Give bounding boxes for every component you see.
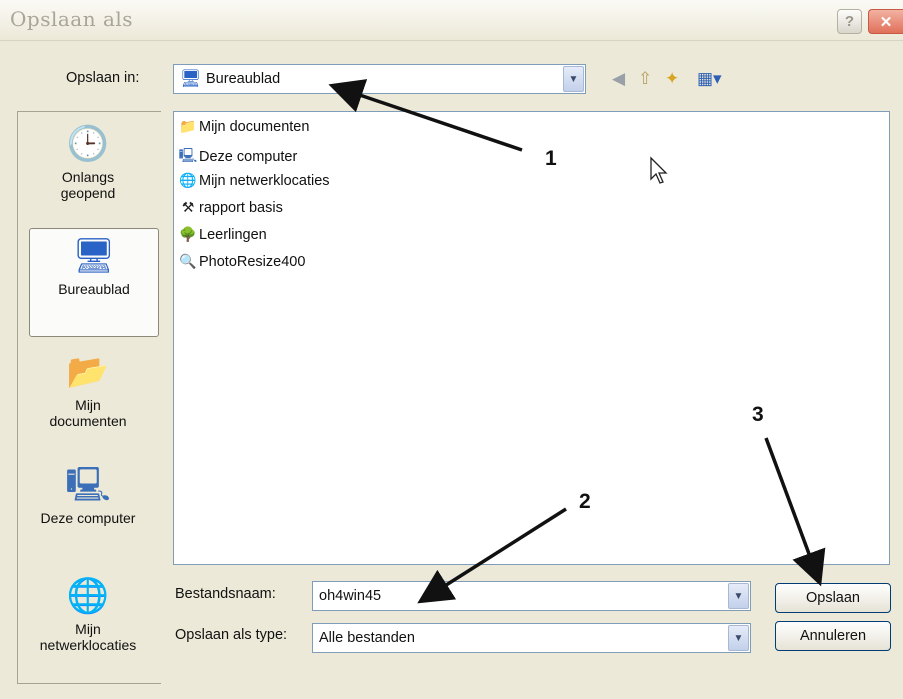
desktop-icon: 🖥 — [72, 237, 116, 275]
place-label: Onlangs — [61, 169, 115, 185]
save-in-dropdown[interactable]: 🖥 Bureaublad ▼ — [173, 64, 586, 94]
list-item[interactable]: 🖳 Deze computer — [178, 145, 298, 169]
list-item[interactable]: 🔍 PhotoResize400 — [178, 253, 305, 270]
place-label: documenten — [49, 413, 127, 429]
annotation-2: 2 — [579, 490, 591, 513]
list-item[interactable]: ⚒ rapport basis — [178, 199, 283, 216]
annotation-1: 1 — [545, 147, 557, 170]
place-label: geopend — [60, 185, 116, 201]
file-name: rapport basis — [199, 199, 283, 216]
place-label: Deze computer — [40, 510, 136, 526]
tree-shortcut-icon: 🌳 — [179, 226, 197, 242]
place-label: Mijn — [75, 621, 101, 637]
list-item[interactable]: 📁 Mijn documenten — [178, 118, 309, 135]
network-icon: 🌐 — [66, 577, 110, 615]
filetype-value: Alle bestanden — [319, 630, 415, 646]
save-in-value: Bureaublad — [206, 71, 281, 87]
file-name: Mijn documenten — [199, 118, 310, 135]
recent-clock-icon: 🕒 — [66, 125, 110, 163]
save-as-dialog: Opslaan als ? ✕ Opslaan in: 🖥 Bureaublad… — [0, 0, 903, 699]
list-item[interactable]: 🌐 Mijn netwerklocaties — [178, 172, 330, 189]
computer-icon: 🖳 — [65, 466, 111, 504]
computer-icon: 🖳 — [178, 147, 198, 163]
chevron-down-icon[interactable]: ▼ — [728, 625, 749, 651]
file-name: Leerlingen — [199, 226, 267, 243]
filename-input[interactable]: oh4win45 ▼ — [312, 581, 751, 611]
chevron-down-icon[interactable]: ▼ — [728, 583, 749, 609]
place-desktop[interactable]: 🖥 Bureaublad — [29, 228, 159, 337]
chevron-down-icon[interactable]: ▼ — [563, 66, 584, 92]
place-label: netwerklocaties — [39, 637, 137, 653]
new-folder-icon[interactable]: ✦ — [665, 69, 679, 89]
file-list[interactable]: 📁 Mijn documenten 🖳 Deze computer 🌐 Mijn… — [173, 111, 890, 565]
file-name: Mijn netwerklocaties — [199, 172, 330, 189]
back-icon[interactable]: ◀ — [612, 69, 625, 89]
place-network[interactable]: 🌐 Mijn netwerklocaties — [17, 577, 159, 653]
mouse-cursor-icon — [650, 156, 668, 184]
list-item[interactable]: 🌳 Leerlingen — [178, 226, 267, 243]
save-button[interactable]: Opslaan — [775, 583, 891, 613]
shortcut-icon: ⚒ — [181, 199, 195, 215]
title-bar: Opslaan als ? ✕ — [0, 0, 903, 41]
save-in-label: Opslaan in: — [66, 70, 140, 86]
filename-value: oh4win45 — [319, 588, 382, 604]
place-recent[interactable]: 🕒 Onlangs geopend — [17, 125, 159, 201]
up-folder-icon[interactable]: ⇧ — [638, 69, 652, 89]
photo-app-icon: 🔍 — [179, 253, 197, 269]
place-this-computer[interactable]: 🖳 Deze computer — [17, 466, 159, 526]
file-name: Deze computer — [199, 149, 298, 165]
filetype-label: Opslaan als type: — [175, 627, 288, 643]
folder-documents-icon: 📂 — [66, 353, 110, 391]
documents-folder-icon: 📁 — [179, 118, 197, 134]
place-label: Mijn — [75, 397, 101, 413]
annotation-3: 3 — [752, 403, 764, 426]
filetype-dropdown[interactable]: Alle bestanden ▼ — [312, 623, 751, 653]
filename-label: Bestandsnaam: — [175, 586, 276, 602]
help-button[interactable]: ? — [837, 9, 862, 34]
network-globe-icon: 🌐 — [179, 172, 197, 188]
view-menu-icon[interactable]: ▦▾ — [697, 69, 722, 89]
cancel-button[interactable]: Annuleren — [775, 621, 891, 651]
close-button[interactable]: ✕ — [868, 9, 903, 34]
place-my-documents[interactable]: 📂 Mijn documenten — [17, 353, 159, 429]
window-title: Opslaan als — [10, 7, 134, 31]
desktop-icon: 🖥 — [180, 69, 202, 88]
file-name: PhotoResize400 — [199, 253, 306, 270]
place-label: Bureaublad — [58, 281, 130, 297]
